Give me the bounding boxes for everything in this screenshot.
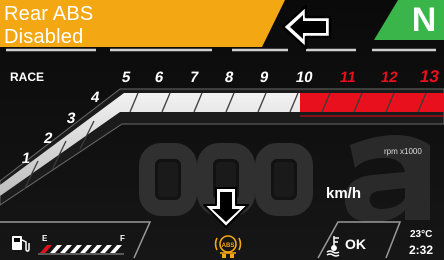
fuel-full-label: F [120,234,125,243]
dashboard: ABS Rear ABS Disabled N RACE 1 2 3 4 5 6… [0,0,444,260]
speed-unit: km/h [326,185,362,202]
rpm-label-13: 13 [418,67,441,86]
coolant-status: OK [345,236,366,252]
rpm-unit: rpm x1000 [384,147,422,156]
warning-line-2: Disabled [4,26,84,48]
clock: 2:32 [409,243,434,257]
gear-indicator: N [411,1,437,39]
rpm-label-10: 10 [294,69,315,86]
fuel-empty-label: E [42,234,48,243]
warning-message: Rear ABS Disabled [0,3,224,49]
riding-mode: RACE [10,70,45,84]
rpm-label-12: 12 [379,69,400,86]
svg-text:ABS: ABS [222,243,235,249]
warning-line-1: Rear ABS [4,3,94,25]
ambient-temperature: 23°C [410,229,433,240]
rpm-label-11: 11 [338,69,358,86]
